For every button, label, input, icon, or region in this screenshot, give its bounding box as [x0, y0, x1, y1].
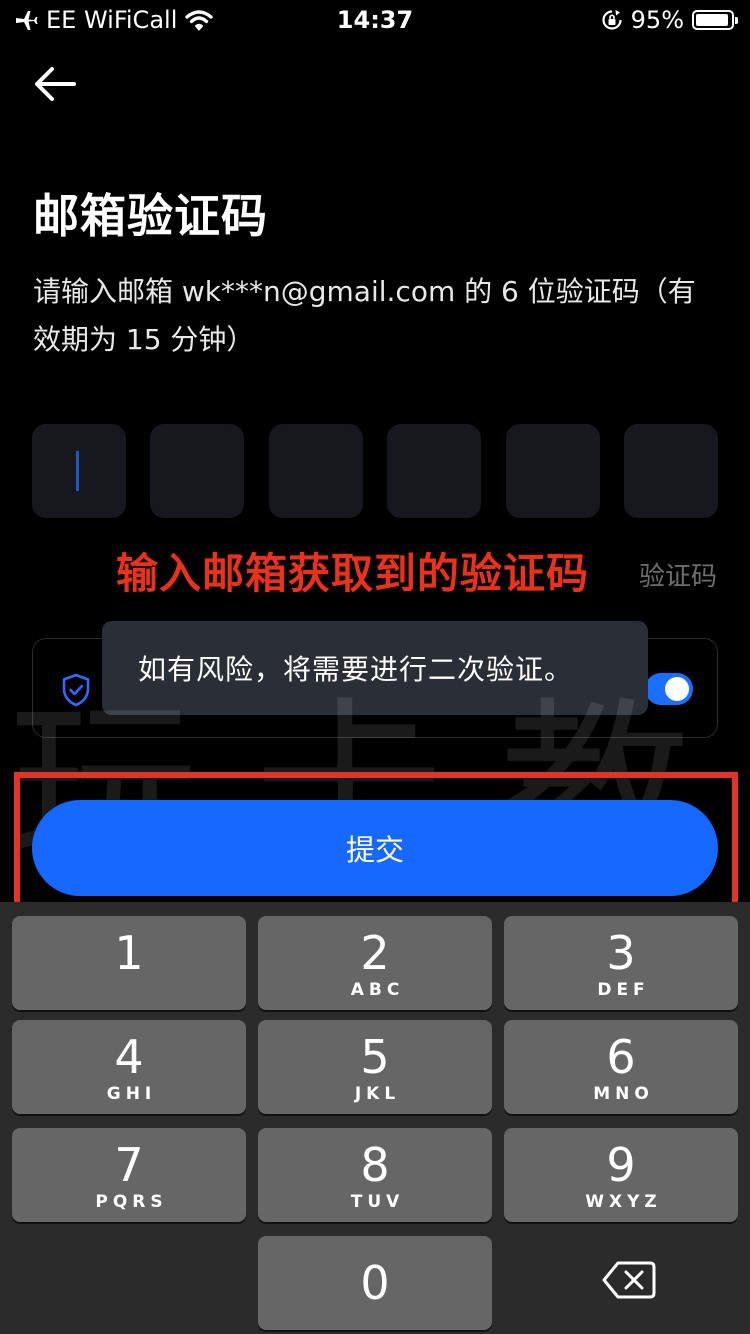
- key-letters: DEF: [597, 980, 650, 1000]
- status-right: 95%: [601, 6, 738, 34]
- instruction-text: 请输入邮箱 wk***n@gmail.com 的 6 位验证码（有效期为 15 …: [33, 275, 696, 356]
- back-button[interactable]: [30, 62, 82, 106]
- key-0[interactable]: 0: [258, 1236, 492, 1330]
- numeric-keypad: 1 2 ABC 3 DEF 4 GHI 5 JKL 6 MNO 7 PQRS 8…: [0, 902, 750, 1334]
- key-digit: 9: [606, 1138, 636, 1192]
- code-digit-box[interactable]: [268, 424, 363, 518]
- key-9[interactable]: 9 WXYZ: [504, 1128, 738, 1222]
- annotation-text: 输入邮箱获取到的验证码: [116, 549, 590, 598]
- code-digit-box[interactable]: [505, 424, 600, 518]
- key-2[interactable]: 2 ABC: [258, 916, 492, 1010]
- key-8[interactable]: 8 TUV: [258, 1128, 492, 1222]
- delete-key[interactable]: [504, 1236, 738, 1330]
- key-digit: 4: [114, 1030, 144, 1084]
- key-5[interactable]: 5 JKL: [258, 1020, 492, 1114]
- resend-code-link[interactable]: 验证码: [639, 556, 717, 593]
- back-arrow-icon: [35, 67, 76, 101]
- battery-icon: [692, 10, 738, 30]
- key-letters: TUV: [350, 1192, 405, 1212]
- key-letters: MNO: [593, 1084, 654, 1104]
- code-digit-box[interactable]: [150, 424, 245, 518]
- verification-code-input[interactable]: [32, 424, 718, 518]
- key-digit: 1: [114, 926, 144, 980]
- key-1[interactable]: 1: [12, 916, 246, 1010]
- key-digit: 6: [606, 1030, 636, 1084]
- code-digit-box[interactable]: [623, 424, 718, 518]
- key-digit: 0: [360, 1256, 390, 1310]
- code-digit-box[interactable]: [387, 424, 482, 518]
- key-letters: ABC: [350, 980, 405, 1000]
- key-digit: 5: [360, 1030, 390, 1084]
- key-digit: 8: [360, 1138, 390, 1192]
- key-3[interactable]: 3 DEF: [504, 916, 738, 1010]
- key-4[interactable]: 4 GHI: [12, 1020, 246, 1114]
- key-digit: 2: [360, 926, 390, 980]
- text-cursor: [76, 451, 79, 491]
- key-letters: PQRS: [95, 1192, 168, 1212]
- rotation-lock-icon: [602, 10, 622, 30]
- battery-level: [696, 14, 728, 26]
- annotation-highlight-box: [14, 772, 738, 918]
- status-bar: EE WiFiCall 14:37 95%: [0, 0, 750, 42]
- key-7[interactable]: 7 PQRS: [12, 1128, 246, 1222]
- battery-percent: 95%: [630, 6, 684, 34]
- key-letters: GHI: [106, 1084, 157, 1104]
- key-letters: WXYZ: [585, 1192, 662, 1212]
- key-letters: JKL: [354, 1084, 401, 1104]
- page-title: 邮箱验证码: [33, 189, 268, 243]
- text-cursor-holder: [32, 424, 126, 518]
- backspace-icon: [602, 1261, 656, 1299]
- key-digit: 3: [606, 926, 636, 980]
- key-6[interactable]: 6 MNO: [504, 1020, 738, 1114]
- key-digit: 7: [114, 1138, 144, 1192]
